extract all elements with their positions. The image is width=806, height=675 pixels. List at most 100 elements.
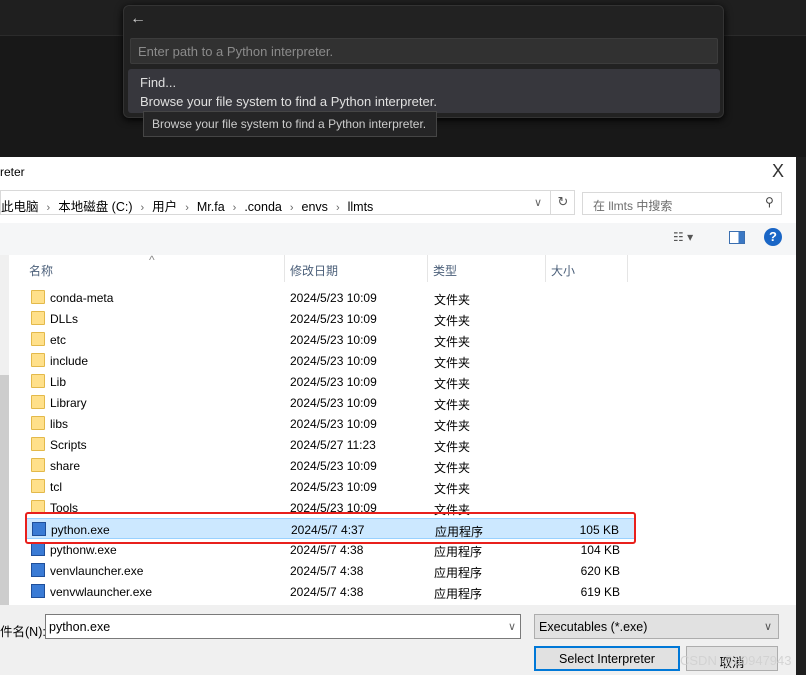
folder-icon — [31, 458, 45, 472]
file-name: conda-meta — [50, 291, 114, 305]
refresh-icon[interactable]: ↻ — [550, 190, 575, 215]
file-type-select[interactable]: Executables (*.exe) — [534, 614, 779, 639]
file-date: 2024/5/23 10:09 — [290, 333, 377, 347]
arrow-left-icon[interactable]: ← — [130, 10, 146, 28]
breadcrumb-item[interactable]: 此电脑 — [1, 200, 39, 214]
toolbar: ☷ ▾ ? — [0, 223, 796, 255]
file-name: Scripts — [50, 438, 87, 452]
file-type: 文件夹 — [434, 314, 471, 328]
file-date: 2024/5/23 10:09 — [290, 354, 377, 368]
file-date: 2024/5/7 4:38 — [290, 543, 364, 557]
file-name: Lib — [50, 375, 67, 389]
breadcrumb-item[interactable]: Mr.fa — [197, 200, 225, 214]
file-date: 2024/5/27 11:23 — [290, 438, 376, 452]
select-interpreter-button[interactable]: Select Interpreter — [534, 646, 680, 671]
folder-icon — [31, 311, 45, 325]
breadcrumb-item[interactable]: llmts — [348, 200, 374, 214]
watermark: CSDN @u0947943 — [680, 653, 792, 668]
breadcrumb-item[interactable]: 用户 — [152, 200, 177, 214]
folder-icon — [31, 437, 45, 451]
dialog-footer: 件名(N): python.exe ∨ Executables (*.exe) … — [0, 605, 796, 675]
file-row[interactable]: Scripts 2024/5/27 11:23 文件夹 — [25, 434, 636, 455]
file-date: 2024/5/23 10:09 — [290, 417, 377, 431]
filename-input[interactable]: python.exe — [45, 614, 521, 639]
file-dialog: reter X 此电脑 › 本地磁盘 (C:) › 用户 › Mr.fa › .conda › en… — [0, 157, 796, 675]
file-type: 应用程序 — [434, 587, 483, 601]
file-type: 文件夹 — [434, 440, 471, 454]
file-name: include — [50, 354, 89, 368]
column-header-size[interactable]: 大小 — [546, 255, 628, 282]
file-name: etc — [50, 333, 67, 347]
interpreter-path-input[interactable]: Enter path to a Python interpreter. — [130, 38, 718, 64]
folder-icon — [31, 332, 45, 346]
search-input[interactable]: 在 llmts 中搜索 — [582, 192, 782, 215]
column-header-date[interactable]: 修改日期 — [285, 255, 428, 282]
file-row[interactable]: share 2024/5/23 10:09 文件夹 — [25, 455, 636, 476]
chevron-right-icon[interactable]: › — [141, 202, 145, 214]
scrollbar[interactable] — [0, 255, 9, 605]
file-date: 2024/5/23 10:09 — [290, 480, 377, 494]
file-date: 2024/5/23 10:09 — [290, 312, 377, 326]
file-name: DLLs — [50, 312, 79, 326]
file-row[interactable]: Lib 2024/5/23 10:09 文件夹 — [25, 371, 636, 392]
python-exe-icon — [31, 563, 45, 577]
file-row[interactable]: tcl 2024/5/23 10:09 文件夹 — [25, 476, 636, 497]
file-type: 应用程序 — [434, 566, 483, 580]
file-row[interactable]: etc 2024/5/23 10:09 文件夹 — [25, 329, 636, 350]
file-row[interactable]: conda-meta 2024/5/23 10:09 文件夹 — [25, 287, 636, 308]
file-row[interactable]: Library 2024/5/23 10:09 文件夹 — [25, 392, 636, 413]
dialog-title: reter — [0, 165, 25, 179]
file-date: 2024/5/7 4:38 — [290, 564, 364, 578]
search-icon[interactable]: ⚲ — [765, 195, 774, 209]
find-item-description: Browse your file system to find a Python… — [140, 94, 437, 109]
scrollbar-thumb[interactable] — [0, 375, 9, 605]
python-exe-icon — [31, 584, 45, 598]
help-icon[interactable]: ? — [764, 228, 782, 246]
file-type: 文件夹 — [434, 293, 471, 307]
chevron-right-icon[interactable]: › — [233, 202, 237, 214]
view-options-icon[interactable]: ☷ ▾ — [673, 230, 693, 244]
file-type: 应用程序 — [434, 545, 483, 559]
file-size: 620 KB — [580, 564, 620, 578]
file-date: 2024/5/23 10:09 — [290, 396, 377, 410]
file-name: libs — [50, 417, 69, 431]
chevron-right-icon[interactable]: › — [336, 202, 340, 214]
find-item-title: Find... — [140, 75, 177, 90]
breadcrumb-item[interactable]: 本地磁盘 (C:) — [58, 200, 132, 214]
chevron-right-icon[interactable]: › — [47, 202, 51, 214]
column-header-name[interactable]: 名称 ^ — [24, 253, 285, 282]
file-type: 文件夹 — [434, 398, 471, 412]
file-row[interactable]: include 2024/5/23 10:09 文件夹 — [25, 350, 636, 371]
chevron-right-icon[interactable]: › — [290, 202, 294, 214]
file-name: tcl — [50, 480, 62, 494]
filename-label: 件名(N): — [0, 625, 46, 639]
column-header-type[interactable]: 类型 — [428, 255, 546, 282]
file-size: 619 KB — [580, 585, 620, 599]
file-name: Library — [50, 396, 87, 410]
file-date: 2024/5/23 10:09 — [290, 291, 377, 305]
folder-icon — [31, 395, 45, 409]
preview-pane-icon[interactable] — [729, 231, 745, 244]
breadcrumb[interactable]: 此电脑 › 本地磁盘 (C:) › 用户 › Mr.fa › .conda › envs › llmts — [0, 190, 575, 215]
chevron-down-icon[interactable]: ∨ — [764, 620, 772, 633]
file-row[interactable]: DLLs 2024/5/23 10:09 文件夹 — [25, 308, 636, 329]
close-button[interactable]: X — [772, 161, 784, 182]
column-name-label: 名称 — [29, 264, 54, 278]
chevron-right-icon[interactable]: › — [185, 202, 189, 214]
file-type: 文件夹 — [434, 335, 471, 349]
breadcrumb-item[interactable]: envs — [302, 200, 328, 214]
file-type: 文件夹 — [434, 482, 471, 496]
file-type: 文件夹 — [434, 461, 471, 475]
chevron-down-icon[interactable]: ∨ — [508, 620, 516, 633]
folder-icon — [31, 353, 45, 367]
tooltip: Browse your file system to find a Python… — [143, 111, 437, 137]
folder-icon — [31, 290, 45, 304]
breadcrumb-item[interactable]: .conda — [244, 200, 282, 214]
file-name: venvlauncher.exe — [50, 564, 144, 578]
file-row[interactable]: libs 2024/5/23 10:09 文件夹 — [25, 413, 636, 434]
file-row[interactable]: venvlauncher.exe 2024/5/7 4:38 应用程序 620 … — [25, 560, 636, 581]
file-row[interactable]: venvwlauncher.exe 2024/5/7 4:38 应用程序 619… — [25, 581, 636, 602]
file-type: 文件夹 — [434, 419, 471, 433]
find-item[interactable]: Find... Browse your file system to find … — [128, 69, 720, 113]
file-type: 文件夹 — [434, 377, 471, 391]
